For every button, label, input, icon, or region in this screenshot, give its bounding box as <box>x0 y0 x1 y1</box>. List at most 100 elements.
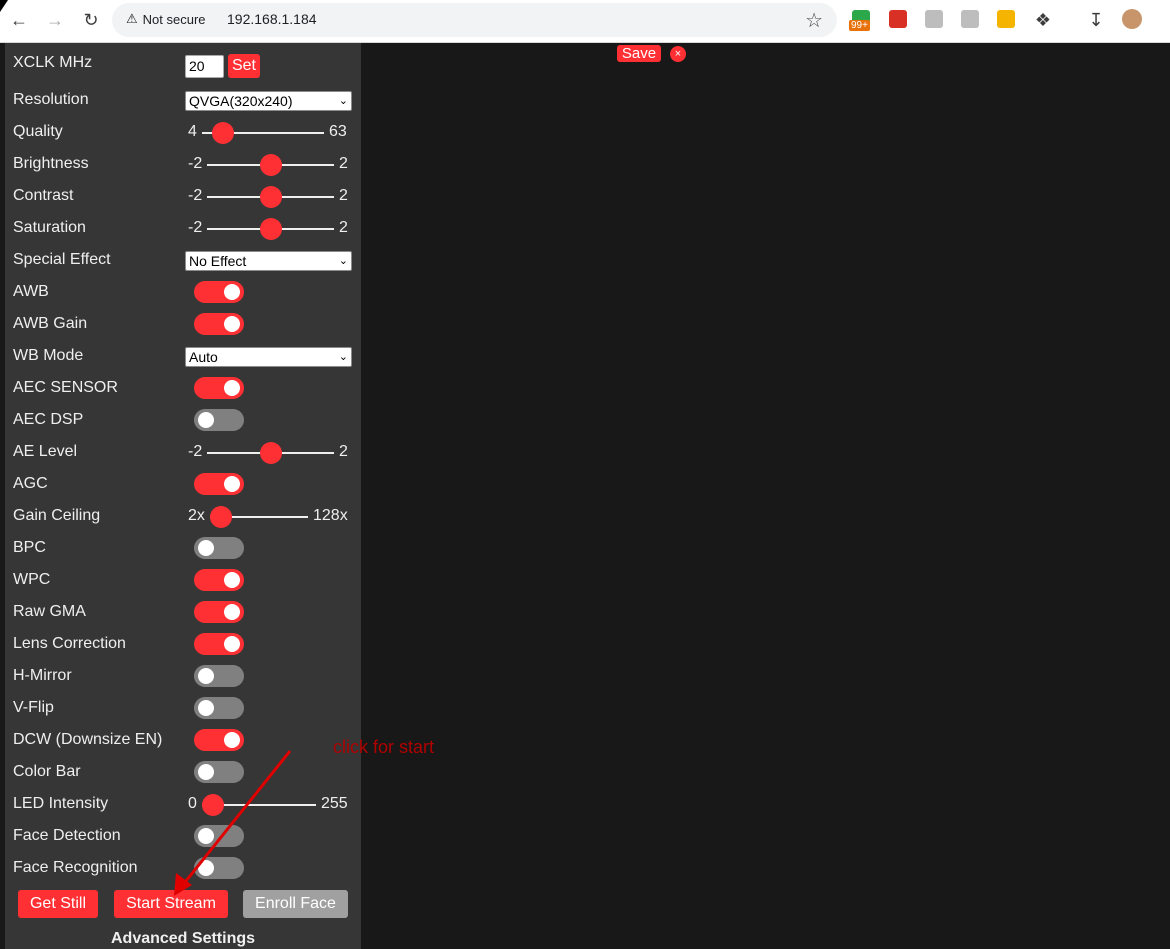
saturation-max: 2 <box>339 219 348 236</box>
xclk-set-button[interactable]: Set <box>228 54 260 78</box>
resolution-row: Resolution QVGA(320x240) ⌄ <box>13 87 353 115</box>
chevron-down-icon: ⌄ <box>338 95 348 107</box>
special-effect-label: Special Effect <box>13 251 111 268</box>
bpc-toggle[interactable] <box>194 537 244 559</box>
raw-gma-toggle[interactable] <box>194 601 244 623</box>
led-intensity-max: 255 <box>321 795 348 812</box>
xclk-row: XCLK MHz 20 Set <box>13 51 353 79</box>
bpc-row: BPC <box>13 535 353 563</box>
awb-gain-row: AWB Gain <box>13 311 353 339</box>
gain-ceiling-label: Gain Ceiling <box>13 507 101 524</box>
awb-toggle[interactable] <box>194 281 244 303</box>
download-icon[interactable]: ↧ <box>1083 7 1109 33</box>
wpc-toggle[interactable] <box>194 569 244 591</box>
xclk-label: XCLK MHz <box>13 54 93 71</box>
quality-row: Quality 4 63 <box>13 119 353 147</box>
forward-icon[interactable]: → <box>42 7 68 33</box>
hmirror-row: H-Mirror <box>13 663 353 691</box>
extension-red-icon[interactable] <box>889 10 907 28</box>
face-recognition-label: Face Recognition <box>13 859 138 876</box>
profile-avatar[interactable] <box>1122 9 1142 29</box>
agc-row: AGC <box>13 471 353 499</box>
wpc-row: WPC <box>13 567 353 595</box>
wpc-label: WPC <box>13 571 51 588</box>
led-intensity-label: LED Intensity <box>13 795 109 812</box>
back-icon[interactable]: ← <box>6 7 32 33</box>
contrast-max: 2 <box>339 187 348 204</box>
xclk-input[interactable]: 20 <box>185 55 224 78</box>
quality-slider-knob[interactable] <box>212 122 234 144</box>
camera-webpage: Save × XCLK MHz 20 Set Resolution QVGA(3… <box>0 43 1170 949</box>
aec-dsp-toggle[interactable] <box>194 409 244 431</box>
special-effect-select[interactable]: No Effect ⌄ <box>185 251 352 271</box>
browser-toolbar: ← → ↻ ⚠ Not secure 192.168.1.184 ☆ 99+ ❖… <box>0 0 1170 43</box>
quality-min: 4 <box>188 123 197 140</box>
quality-label: Quality <box>13 123 63 140</box>
bookmark-star-icon[interactable]: ☆ <box>805 8 823 33</box>
hmirror-toggle[interactable] <box>194 665 244 687</box>
save-button[interactable]: Save <box>617 45 661 62</box>
ae-level-slider-knob[interactable] <box>260 442 282 464</box>
extension-badge: 99+ <box>849 20 870 31</box>
lens-correction-toggle[interactable] <box>194 633 244 655</box>
warning-icon: ⚠ <box>126 11 138 26</box>
ae-level-row: AE Level -2 2 <box>13 439 353 467</box>
color-bar-label: Color Bar <box>13 763 81 780</box>
annotation-text: click for start <box>333 737 435 757</box>
url-text[interactable]: 192.168.1.184 <box>227 11 317 27</box>
extensions-puzzle-icon[interactable]: ❖ <box>1030 7 1056 33</box>
special-effect-row: Special Effect No Effect ⌄ <box>13 247 353 275</box>
extension-yellow-icon[interactable] <box>997 10 1015 28</box>
wb-mode-row: WB Mode Auto ⌄ <box>13 343 353 371</box>
awb-gain-toggle[interactable] <box>194 313 244 335</box>
agc-label: AGC <box>13 475 48 492</box>
reload-icon[interactable]: ↻ <box>78 7 104 33</box>
awb-label: AWB <box>13 283 49 300</box>
saturation-slider-knob[interactable] <box>260 218 282 240</box>
saturation-row: Saturation -2 2 <box>13 215 353 243</box>
vflip-label: V-Flip <box>13 699 54 716</box>
ae-level-max: 2 <box>339 443 348 460</box>
brightness-label: Brightness <box>13 155 89 172</box>
resolution-select[interactable]: QVGA(320x240) ⌄ <box>185 91 352 111</box>
raw-gma-row: Raw GMA <box>13 599 353 627</box>
aec-dsp-label: AEC DSP <box>13 411 84 428</box>
brightness-min: -2 <box>188 155 203 172</box>
ae-level-min: -2 <box>188 443 203 460</box>
gain-ceiling-slider-knob[interactable] <box>210 506 232 528</box>
hmirror-label: H-Mirror <box>13 667 72 684</box>
close-icon[interactable]: × <box>670 46 686 62</box>
lens-correction-row: Lens Correction <box>13 631 353 659</box>
saturation-min: -2 <box>188 219 203 236</box>
brightness-row: Brightness -2 2 <box>13 151 353 179</box>
extension-grey-icon[interactable] <box>961 10 979 28</box>
security-indicator[interactable]: ⚠ Not secure <box>126 11 206 27</box>
saturation-label: Saturation <box>13 219 86 236</box>
gain-ceiling-row: Gain Ceiling 2x 128x <box>13 503 353 531</box>
aec-sensor-row: AEC SENSOR <box>13 375 353 403</box>
advanced-settings-heading[interactable]: Advanced Settings <box>5 930 361 948</box>
address-bar[interactable]: ⚠ Not secure 192.168.1.184 ☆ <box>112 3 837 37</box>
chevron-down-icon: ⌄ <box>338 255 348 267</box>
wb-mode-label: WB Mode <box>13 347 84 364</box>
agc-toggle[interactable] <box>194 473 244 495</box>
lens-correction-label: Lens Correction <box>13 635 126 652</box>
get-still-button[interactable]: Get Still <box>18 890 98 918</box>
ae-level-label: AE Level <box>13 443 78 460</box>
vflip-toggle[interactable] <box>194 697 244 719</box>
brightness-slider-knob[interactable] <box>260 154 282 176</box>
contrast-label: Contrast <box>13 187 74 204</box>
awb-row: AWB <box>13 279 353 307</box>
resolution-label: Resolution <box>13 91 89 108</box>
face-detection-label: Face Detection <box>13 827 121 844</box>
dcw-label: DCW (Downsize EN) <box>13 731 163 748</box>
camera-icon[interactable] <box>925 10 943 28</box>
aec-dsp-row: AEC DSP <box>13 407 353 435</box>
aec-sensor-label: AEC SENSOR <box>13 379 118 396</box>
wb-mode-select[interactable]: Auto ⌄ <box>185 347 352 367</box>
contrast-slider-knob[interactable] <box>260 186 282 208</box>
vflip-row: V-Flip <box>13 695 353 723</box>
aec-sensor-toggle[interactable] <box>194 377 244 399</box>
brightness-max: 2 <box>339 155 348 172</box>
contrast-min: -2 <box>188 187 203 204</box>
